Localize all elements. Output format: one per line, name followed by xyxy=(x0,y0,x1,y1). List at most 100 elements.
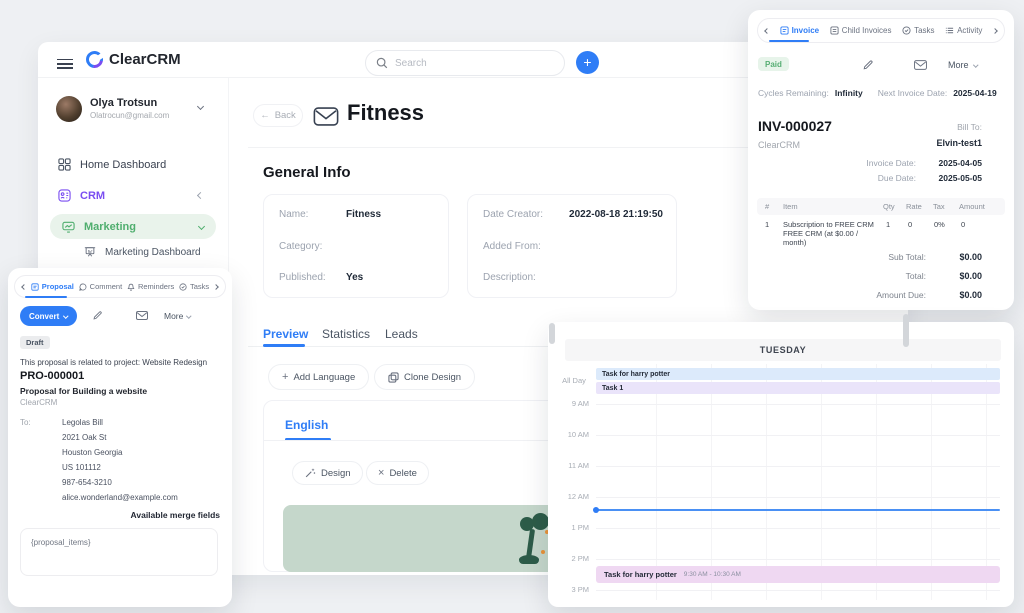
user-name: Olya Trotsun xyxy=(90,97,157,109)
gridline xyxy=(821,364,822,600)
page-title: Fitness xyxy=(347,100,424,126)
more-button[interactable]: More xyxy=(164,311,191,321)
grid-icon xyxy=(58,158,71,171)
tab-tasks[interactable]: Tasks xyxy=(902,26,934,35)
col-header: Rate xyxy=(906,198,922,215)
invoice-totals: Sub Total:$0.00 Total:$0.00 Amount Due:$… xyxy=(758,252,982,300)
time-label: 11 AM xyxy=(557,461,589,470)
hour-line xyxy=(596,466,1000,467)
to-line: 2021 Oak St xyxy=(62,433,106,442)
invoice-dates: Invoice Date:2025-04-05 Due Date:2025-05… xyxy=(758,158,982,183)
current-time-line xyxy=(596,509,1000,511)
scrollbar-thumb[interactable] xyxy=(549,323,555,344)
total-label: Sub Total: xyxy=(888,252,926,262)
tab-proposal[interactable]: Proposal xyxy=(31,282,74,291)
invoice-table-header: # Item Qty Rate Tax Amount xyxy=(757,198,1005,215)
tasks-icon xyxy=(902,26,911,35)
add-language-button[interactable]: + Add Language xyxy=(268,364,369,390)
tab-statistics[interactable]: Statistics xyxy=(322,327,370,341)
tab-comment[interactable]: Comment xyxy=(79,282,123,291)
mail-icon[interactable] xyxy=(136,311,148,320)
board-icon xyxy=(84,246,96,258)
timed-event[interactable]: Task for harry potter 9:30 AM - 10:30 AM xyxy=(596,566,1000,583)
gridline xyxy=(656,364,657,600)
tab-reminders[interactable]: Reminders xyxy=(127,282,174,291)
day-header: TUESDAY xyxy=(565,339,1001,361)
tab-preview-underline xyxy=(263,344,305,347)
app-logo[interactable]: ClearCRM xyxy=(86,51,181,68)
mail-icon[interactable] xyxy=(914,60,927,70)
info-label: Category: xyxy=(279,241,322,252)
chevron-left-icon[interactable] xyxy=(21,284,27,290)
screen: ClearCRM + Olya Trotsun Olatrocun@gmail.… xyxy=(0,0,1024,613)
sidebar-item-marketing[interactable]: Marketing xyxy=(50,214,216,239)
time-label: 9 AM xyxy=(557,399,589,408)
sidebar-item-crm[interactable]: CRM xyxy=(58,189,203,202)
next-invoice-label: Next Invoice Date: xyxy=(878,88,947,98)
sidebar-item-home-dashboard[interactable]: Home Dashboard xyxy=(58,158,166,171)
mail-icon xyxy=(313,107,339,126)
all-day-event[interactable]: Task 1 xyxy=(596,382,1000,394)
all-day-event[interactable]: Task for harry potter xyxy=(596,368,1000,380)
design-button[interactable]: Design xyxy=(292,461,363,485)
time-label: 10 AM xyxy=(557,430,589,439)
delete-button[interactable]: × Delete xyxy=(366,461,429,485)
col-header: Amount xyxy=(959,198,985,215)
search-input[interactable] xyxy=(395,58,545,69)
menu-icon[interactable] xyxy=(57,56,73,72)
proposal-company: ClearCRM xyxy=(20,398,57,407)
hour-line xyxy=(596,528,1000,529)
hour-line xyxy=(596,559,1000,560)
convert-label: Convert xyxy=(29,312,59,321)
pencil-icon[interactable] xyxy=(862,59,874,71)
calendar-panel: TUESDAY All Day Task for harry potter Ta… xyxy=(548,322,1014,607)
chevron-down-icon xyxy=(64,314,69,319)
sidebar-item-label: Marketing xyxy=(84,221,136,233)
info-value: 2022-08-18 21:19:50 xyxy=(569,209,663,220)
merge-field-value: {proposal_items} xyxy=(31,538,91,547)
chevron-left-icon[interactable] xyxy=(764,28,770,34)
tab-english[interactable]: English xyxy=(285,418,328,432)
chevron-down-icon xyxy=(198,223,205,230)
more-button[interactable]: More xyxy=(948,60,977,70)
due-date-value: 2025-05-05 xyxy=(926,173,982,183)
cell-amount: 0 xyxy=(961,220,965,229)
tab-invoice[interactable]: Invoice xyxy=(780,26,820,35)
comment-icon xyxy=(79,283,87,291)
convert-button[interactable]: Convert xyxy=(20,306,77,326)
design-label: Design xyxy=(321,468,351,479)
tab-tasks[interactable]: Tasks xyxy=(179,282,209,291)
tab-child-invoices[interactable]: Child Invoices xyxy=(830,26,892,35)
copy-icon xyxy=(388,372,399,383)
invoice-company: ClearCRM xyxy=(758,140,800,150)
proposal-title: Proposal for Building a website xyxy=(20,386,147,396)
clone-design-button[interactable]: Clone Design xyxy=(374,364,475,390)
sidebar-item-marketing-dashboard[interactable]: Marketing Dashboard xyxy=(84,246,201,258)
pencil-icon[interactable] xyxy=(92,310,103,321)
tab-leads[interactable]: Leads xyxy=(385,327,418,341)
cell-qty: 1 xyxy=(886,220,890,229)
merge-field-box[interactable]: {proposal_items} xyxy=(20,528,218,576)
tab-activity[interactable]: Activity xyxy=(945,26,982,35)
back-label: Back xyxy=(275,110,296,121)
gridline xyxy=(766,364,767,600)
event-time: 9:30 AM - 10:30 AM xyxy=(684,571,741,578)
back-button[interactable]: ← Back xyxy=(253,104,303,127)
bill-to-label: Bill To: xyxy=(882,122,982,132)
tab-preview[interactable]: Preview xyxy=(263,327,308,341)
day-label: TUESDAY xyxy=(760,345,806,355)
merge-fields-label[interactable]: Available merge fields xyxy=(20,510,220,520)
gridline xyxy=(711,364,712,600)
app-name: ClearCRM xyxy=(109,51,181,68)
add-button[interactable]: + xyxy=(576,51,599,74)
bell-icon xyxy=(127,283,135,291)
gridline xyxy=(931,364,932,600)
to-line: Legolas Bill xyxy=(62,418,103,427)
search-bar[interactable] xyxy=(365,50,565,76)
scrollbar-thumb[interactable] xyxy=(903,314,909,347)
user-menu[interactable]: Olya Trotsun Olatrocun@gmail.com xyxy=(56,95,212,125)
tab-invoice-underline xyxy=(769,40,809,42)
tab-proposal-underline xyxy=(25,296,67,298)
chevron-right-icon[interactable] xyxy=(992,28,998,34)
chevron-right-icon[interactable] xyxy=(213,284,219,290)
